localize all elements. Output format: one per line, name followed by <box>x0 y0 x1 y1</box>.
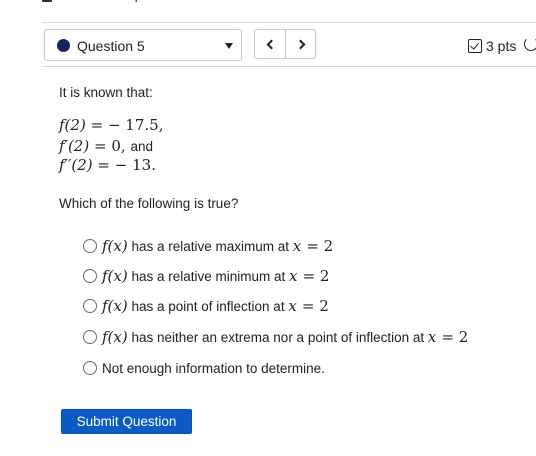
square-icon <box>42 0 52 2</box>
choice-text: Not enough information to determine. <box>102 360 325 376</box>
answer-choice[interactable]: f(x) has a relative maximum at x = 2 <box>83 236 333 256</box>
answer-choice[interactable]: f(x) has neither an extrema nor a point … <box>83 327 468 347</box>
caret-down-icon <box>225 43 233 49</box>
checkbox-icon <box>468 39 482 53</box>
problem-intro: It is known that: <box>59 85 153 100</box>
points-indicator: 3 pts <box>468 37 516 55</box>
given-lhs: f′′(2) <box>59 156 93 174</box>
choice-text: has a point of inflection at <box>127 298 289 314</box>
top-progress-fragment: Vo . <box>42 0 162 6</box>
question-prompt: Which of the following is true? <box>59 196 239 211</box>
question-select[interactable]: Question 5 <box>44 29 242 61</box>
header-divider-bottom <box>42 66 536 67</box>
radio-button[interactable] <box>83 269 97 283</box>
chevron-right-icon <box>295 39 305 49</box>
choice-value: = 2 <box>441 328 469 346</box>
given-line: f′(2) = 0, and <box>59 137 153 155</box>
given-lhs: f(2) <box>59 116 86 134</box>
given-lhs: f′(2) <box>59 137 90 155</box>
question-select-label: Question 5 <box>77 38 145 54</box>
choice-function: f(x) <box>102 297 128 315</box>
chevron-left-icon <box>266 39 277 49</box>
choice-function: f(x) <box>102 237 128 255</box>
choice-value: = 2 <box>301 297 329 315</box>
answer-choice[interactable]: Not enough information to determine. <box>83 358 325 378</box>
radio-button[interactable] <box>83 299 97 313</box>
retry-icon[interactable] <box>524 37 536 51</box>
choice-value: = 2 <box>302 267 330 285</box>
question-nav-buttons <box>254 29 316 59</box>
choice-variable: x <box>288 297 297 315</box>
given-rhs: − 13. <box>114 156 156 174</box>
choice-text: has neither an extrema nor a point of in… <box>127 329 428 345</box>
given-line: f′′(2) = − 13. <box>59 156 156 174</box>
header-divider-top <box>42 22 536 23</box>
previous-question-button[interactable] <box>255 30 286 58</box>
given-rel: = <box>94 137 107 155</box>
given-rhs: 0, <box>111 137 126 155</box>
next-question-button[interactable] <box>286 30 317 58</box>
choice-variable: x <box>427 328 437 346</box>
choice-value: = 2 <box>306 237 334 255</box>
points-label: 3 pts <box>486 38 517 54</box>
choice-text: has a relative maximum at <box>127 238 293 254</box>
given-line: f(2) = − 17.5, <box>59 116 163 134</box>
answer-choice[interactable]: f(x) has a point of inflection at x = 2 <box>83 296 329 316</box>
choice-text: has a relative minimum at <box>127 268 290 284</box>
choice-variable: x <box>289 267 298 285</box>
choice-function: f(x) <box>102 267 128 285</box>
choice-function: f(x) <box>102 328 128 346</box>
answer-choice[interactable]: f(x) has a relative minimum at x = 2 <box>83 266 329 286</box>
radio-button[interactable] <box>83 330 97 344</box>
given-rel: = <box>90 116 104 134</box>
given-rel: = <box>97 156 110 174</box>
given-rhs: − 17.5, <box>107 116 164 134</box>
dot-icon: . <box>134 0 138 6</box>
given-suffix: and <box>130 139 153 154</box>
radio-button[interactable] <box>83 239 97 253</box>
submit-question-button[interactable]: Submit Question <box>61 409 192 434</box>
radio-button[interactable] <box>83 361 97 375</box>
choice-variable: x <box>292 237 302 255</box>
question-status-dot-icon <box>57 39 70 52</box>
